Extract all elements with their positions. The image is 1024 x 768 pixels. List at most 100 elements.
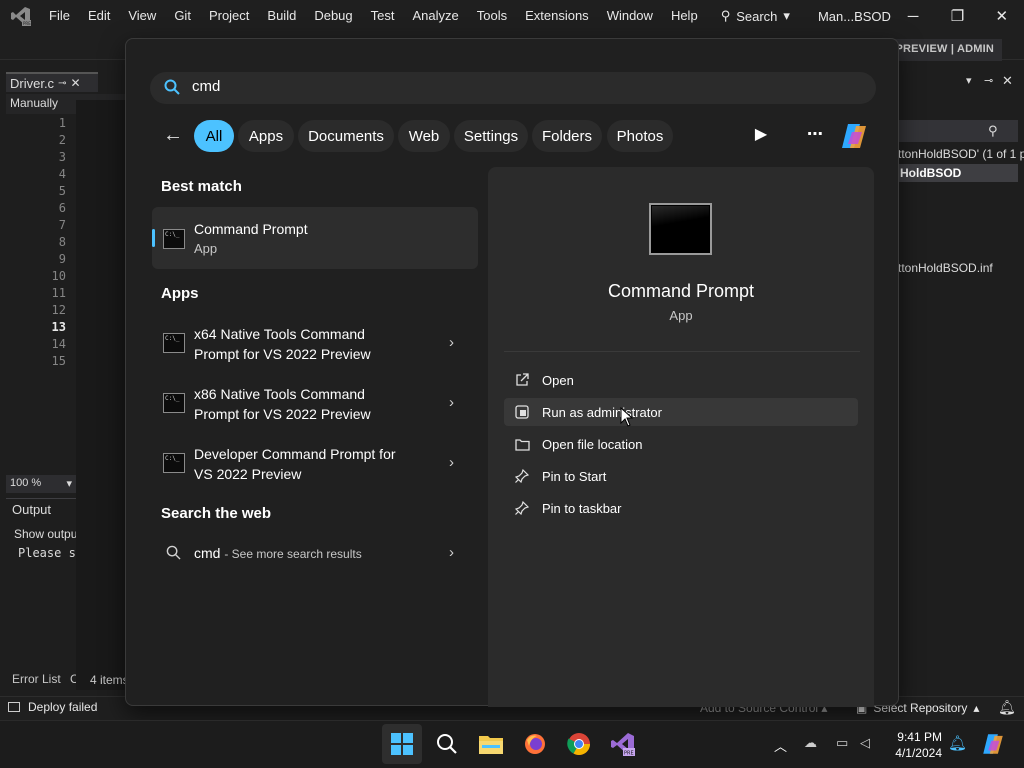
more-options-icon[interactable]: ⋯ bbox=[804, 124, 826, 148]
pin-icon bbox=[514, 500, 530, 516]
action-open-file-location[interactable]: Open file location bbox=[504, 430, 858, 458]
svg-text:PRE: PRE bbox=[624, 751, 634, 757]
action-pin-to-taskbar[interactable]: Pin to taskbar bbox=[504, 494, 858, 522]
zoom-value: 100 % bbox=[10, 477, 42, 489]
solution-search-input[interactable] bbox=[898, 120, 1018, 142]
action-label: Pin to Start bbox=[542, 468, 607, 484]
filter-apps[interactable]: Apps bbox=[238, 120, 294, 152]
chevron-right-icon[interactable]: › bbox=[449, 544, 454, 561]
dropdown-icon[interactable]: ▾ bbox=[966, 74, 972, 87]
inf-file-item[interactable]: ttonHoldBSOD.inf bbox=[898, 261, 993, 275]
vs-search-label: Search bbox=[736, 8, 778, 24]
menu-window[interactable]: Window bbox=[598, 0, 662, 32]
menu-file[interactable]: File bbox=[40, 0, 79, 32]
web-result-text: cmd - See more search results bbox=[194, 545, 362, 561]
chevron-down-icon: ▾ bbox=[66, 478, 72, 490]
filter-documents[interactable]: Documents bbox=[298, 120, 394, 152]
search-icon bbox=[166, 545, 181, 563]
vs-search-button[interactable]: ⚲ Search ▾ bbox=[721, 8, 790, 24]
app-result-line1: x64 Native Tools Command bbox=[194, 326, 365, 342]
chevron-right-icon[interactable]: › bbox=[449, 394, 454, 411]
menu-extensions[interactable]: Extensions bbox=[516, 0, 598, 32]
search-web-heading: Search the web bbox=[161, 505, 272, 522]
chevron-right-icon[interactable]: › bbox=[449, 334, 454, 351]
start-search-input[interactable] bbox=[150, 72, 876, 104]
filter-web[interactable]: Web bbox=[398, 120, 450, 152]
notification-bell-icon[interactable]: 🔔︎ bbox=[998, 699, 1016, 716]
taskbar-date[interactable]: 4/1/2024 bbox=[882, 746, 942, 760]
menu-view[interactable]: View bbox=[119, 0, 165, 32]
network-icon[interactable]: ▭ bbox=[836, 735, 848, 751]
file-explorer-icon[interactable] bbox=[471, 724, 511, 764]
menu-project[interactable]: Project bbox=[200, 0, 258, 32]
preview-admin-badge: PREVIEW | ADMIN bbox=[887, 39, 1002, 61]
windows-taskbar bbox=[0, 720, 1024, 768]
project-item-selected[interactable]: HoldBSOD bbox=[898, 164, 1018, 182]
firefox-icon[interactable] bbox=[515, 724, 555, 764]
close-icon[interactable]: ✕ bbox=[70, 76, 80, 90]
action-label: Run as administrator bbox=[542, 404, 662, 420]
visual-studio-preview-icon[interactable]: PRE bbox=[603, 724, 643, 764]
filter-all[interactable]: All bbox=[194, 120, 234, 152]
command-prompt-icon bbox=[163, 333, 185, 353]
pin-icon[interactable]: ⊸ bbox=[58, 78, 66, 89]
action-label: Open bbox=[542, 372, 574, 388]
filter-photos[interactable]: Photos bbox=[607, 120, 673, 152]
close-window-button[interactable]: ✕ bbox=[980, 7, 1024, 25]
line-number: 5 bbox=[58, 184, 66, 198]
command-prompt-icon-detail bbox=[652, 206, 709, 226]
search-icon: ⚲ bbox=[720, 8, 731, 23]
menu-git[interactable]: Git bbox=[165, 0, 200, 32]
chrome-icon[interactable] bbox=[559, 724, 599, 764]
onedrive-icon[interactable]: ☁ bbox=[804, 735, 817, 751]
pin-icon[interactable]: ⊸ bbox=[984, 74, 993, 87]
menu-debug[interactable]: Debug bbox=[305, 0, 361, 32]
menu-analyze[interactable]: Analyze bbox=[403, 0, 467, 32]
action-run-as-administrator[interactable]: Run as administrator bbox=[504, 398, 858, 426]
action-pin-to-start[interactable]: Pin to Start bbox=[504, 462, 858, 490]
svg-text:PRE: PRE bbox=[23, 21, 31, 26]
tab-error-list[interactable]: Error List bbox=[12, 672, 61, 686]
notification-bell-icon[interactable]: 🔔︎ bbox=[948, 734, 967, 752]
line-number: 6 bbox=[58, 201, 66, 215]
command-prompt-icon bbox=[163, 393, 185, 413]
menu-test[interactable]: Test bbox=[362, 0, 404, 32]
menu-build[interactable]: Build bbox=[258, 0, 305, 32]
filter-folders[interactable]: Folders bbox=[532, 120, 602, 152]
line-number: 2 bbox=[58, 133, 66, 147]
line-number: 7 bbox=[58, 218, 66, 232]
pin-icon bbox=[514, 468, 530, 484]
zoom-dropdown[interactable]: 100 % ▾ bbox=[6, 475, 76, 493]
menu-edit[interactable]: Edit bbox=[79, 0, 119, 32]
status-icon bbox=[8, 702, 20, 712]
minimize-button[interactable]: ─ bbox=[891, 8, 935, 25]
line-number: 8 bbox=[58, 235, 66, 249]
menu-help[interactable]: Help bbox=[662, 0, 707, 32]
close-icon[interactable]: ✕ bbox=[1002, 73, 1013, 89]
folder-icon bbox=[514, 436, 530, 452]
filter-settings[interactable]: Settings bbox=[454, 120, 528, 152]
chevron-up-icon[interactable]: ︿ bbox=[774, 736, 787, 755]
taskbar-time[interactable]: 9:41 PM bbox=[896, 730, 942, 744]
copilot-icon[interactable] bbox=[838, 120, 870, 152]
deploy-status: Deploy failed bbox=[8, 700, 97, 714]
start-button[interactable] bbox=[382, 724, 422, 764]
back-arrow-icon[interactable]: ← bbox=[160, 124, 186, 147]
command-prompt-icon bbox=[163, 453, 185, 473]
search-query-text[interactable]: cmd bbox=[192, 78, 220, 95]
copilot-icon[interactable] bbox=[980, 731, 1006, 760]
play-icon[interactable]: ▶ bbox=[750, 124, 772, 148]
solution-explorer-panel bbox=[898, 68, 1024, 688]
menu-tools[interactable]: Tools bbox=[468, 0, 516, 32]
volume-icon[interactable]: ◁ bbox=[860, 735, 870, 751]
line-number: 11 bbox=[51, 286, 66, 300]
navigation-bar-label: Manually bbox=[10, 96, 59, 110]
taskbar-search-icon[interactable] bbox=[427, 724, 467, 764]
restore-button[interactable]: ❐ bbox=[935, 7, 979, 25]
best-match-type: App bbox=[194, 241, 218, 256]
output-panel-title: Output bbox=[12, 502, 52, 517]
chevron-right-icon[interactable]: › bbox=[449, 454, 454, 471]
document-tab[interactable]: Driver.c ⊸ ✕ bbox=[6, 72, 98, 92]
action-open[interactable]: Open bbox=[504, 366, 858, 394]
solution-root-item[interactable]: ttonHoldBSOD' (1 of 1 p bbox=[898, 147, 1024, 161]
